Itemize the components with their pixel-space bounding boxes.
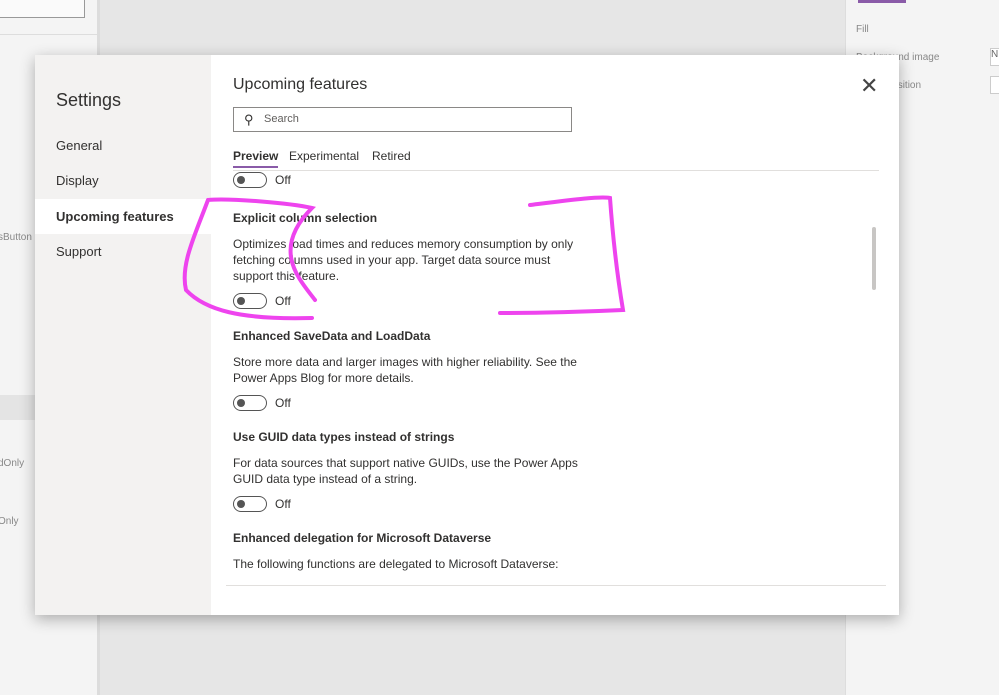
annotation-stroke: [182, 195, 626, 321]
highlight-annotation: [182, 195, 626, 321]
